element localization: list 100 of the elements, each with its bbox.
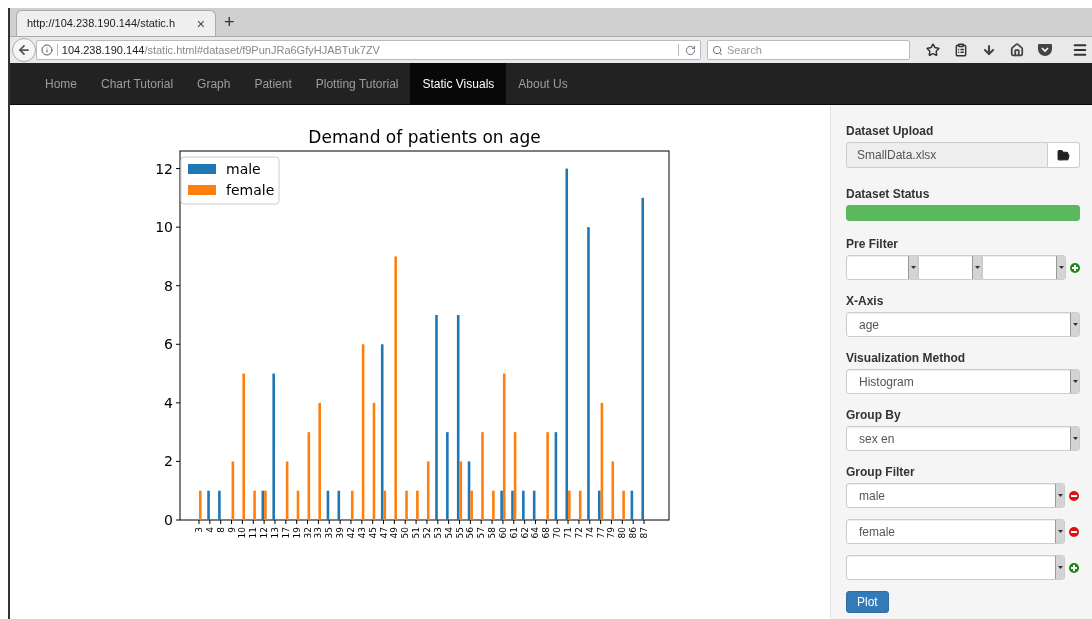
download-icon[interactable] <box>982 43 996 57</box>
x-tick-label: 3 <box>194 527 204 533</box>
select-field[interactable]: female <box>846 519 1065 544</box>
x-tick: 42 <box>345 519 356 539</box>
x-tick-label: 86 <box>628 526 639 539</box>
x-tick-label: 64 <box>530 526 541 539</box>
y-tick-label: 6 <box>164 336 174 353</box>
legend-label: male <box>226 161 261 177</box>
remove-icon[interactable] <box>1069 490 1079 501</box>
x-tick-label: 35 <box>324 527 335 539</box>
nav-link[interactable]: Graph <box>185 63 243 104</box>
menu-icon[interactable] <box>1072 42 1088 58</box>
x-tick-label: 33 <box>313 527 324 539</box>
select-field[interactable]: Histogram <box>846 369 1080 394</box>
x-tick-label: 77 <box>595 527 606 539</box>
search-icon <box>712 44 723 56</box>
bar <box>199 490 202 520</box>
bar <box>532 490 536 520</box>
bar <box>231 461 235 520</box>
field-label: Visualization Method <box>846 351 967 365</box>
x-tick: 35 <box>324 519 335 539</box>
x-tick: 19 <box>291 519 302 539</box>
browse-button[interactable] <box>1048 142 1080 168</box>
x-tick: 56 <box>465 519 476 539</box>
bar <box>426 461 430 520</box>
x-tick-label: 19 <box>291 526 302 539</box>
select-field[interactable] <box>846 555 1065 580</box>
nav-link[interactable]: About Us <box>506 63 580 104</box>
y-tick-label: 12 <box>155 160 173 177</box>
nav-link[interactable]: Plotting Tutorial <box>303 63 411 104</box>
x-tick-label: 68 <box>541 526 552 539</box>
y-tick-label: 0 <box>164 512 173 528</box>
x-tick: 64 <box>530 519 541 539</box>
x-tick-label: 61 <box>508 527 519 539</box>
x-tick: 68 <box>541 519 552 539</box>
x-tick: 74 <box>584 519 595 539</box>
select-field[interactable] <box>982 255 1066 280</box>
select-field[interactable]: male <box>846 483 1065 508</box>
new-tab-button[interactable]: + <box>224 13 235 31</box>
y-tick: 2 <box>164 453 181 470</box>
x-tick: 79 <box>606 519 617 539</box>
folder-icon <box>1057 148 1070 162</box>
nav-link[interactable]: Static Visuals <box>410 63 507 104</box>
select-field[interactable] <box>918 255 982 280</box>
add-icon[interactable] <box>1070 262 1080 273</box>
field-label: Dataset Status <box>846 187 931 201</box>
select-field[interactable]: sex en <box>846 426 1080 451</box>
url-field[interactable]: 104.238.190.144/static.html#dataset/f9PunJRa6GfyHJABTuk7ZV <box>35 40 701 60</box>
close-icon[interactable]: × <box>196 16 205 31</box>
x-tick: 77 <box>595 519 606 539</box>
x-tick: 12 <box>259 519 270 539</box>
x-tick-label: 72 <box>573 527 584 539</box>
x-tick-label: 12 <box>259 527 270 539</box>
plot-button[interactable]: Plot <box>846 591 889 613</box>
select-field[interactable] <box>846 255 918 280</box>
bar <box>218 490 221 520</box>
x-tick-label: 45 <box>367 527 378 539</box>
back-button[interactable] <box>12 38 36 62</box>
bar <box>522 490 525 520</box>
x-tick: 4 <box>204 519 215 533</box>
x-tick: 55 <box>454 519 465 539</box>
bar <box>405 490 408 520</box>
x-tick-label: 13 <box>269 527 280 539</box>
x-tick-label: 55 <box>454 527 465 539</box>
clipboard-icon[interactable] <box>954 43 968 57</box>
x-tick-label: 58 <box>487 526 498 539</box>
x-tick: 47 <box>378 519 389 539</box>
chart-title: Demand of patients on age <box>308 127 541 147</box>
bar <box>337 490 341 520</box>
x-tick: 11 <box>248 519 259 539</box>
select-field[interactable]: age <box>846 312 1080 337</box>
bar <box>285 461 289 520</box>
x-tick: 8 <box>215 519 226 533</box>
back-arrow-icon <box>16 43 31 57</box>
home-icon[interactable] <box>1010 43 1024 57</box>
bar <box>416 490 419 520</box>
x-tick: 49 <box>389 519 400 539</box>
bar <box>622 490 625 520</box>
field-label: Pre Filter <box>846 237 900 251</box>
remove-icon[interactable] <box>1069 526 1079 537</box>
x-tick: 53 <box>432 519 443 539</box>
x-tick: 87 <box>639 519 650 539</box>
info-icon[interactable] <box>40 44 53 56</box>
shield-icon[interactable] <box>1038 44 1052 56</box>
nav-link[interactable]: Patient <box>242 63 304 104</box>
x-tick: 80 <box>617 519 628 539</box>
bar <box>630 490 634 520</box>
nav-link[interactable]: Chart Tutorial <box>89 63 186 104</box>
x-tick-label: 70 <box>552 526 563 539</box>
nav-link[interactable]: Home <box>33 63 89 104</box>
bookmark-icon[interactable] <box>926 43 940 57</box>
reload-icon[interactable] <box>685 44 696 56</box>
legend-label: female <box>226 182 275 198</box>
add-icon[interactable] <box>1069 562 1079 573</box>
x-tick-label: 17 <box>280 527 291 539</box>
x-tick-label: 39 <box>335 526 346 539</box>
bar <box>253 490 256 520</box>
url-text: 104.238.190.144/static.html#dataset/f9PunJRa6GfyHJABTuk7ZV <box>61 42 381 58</box>
browser-tab[interactable]: http://104.238.190.144/static.h × <box>16 10 216 36</box>
x-tick: 32 <box>302 519 313 539</box>
